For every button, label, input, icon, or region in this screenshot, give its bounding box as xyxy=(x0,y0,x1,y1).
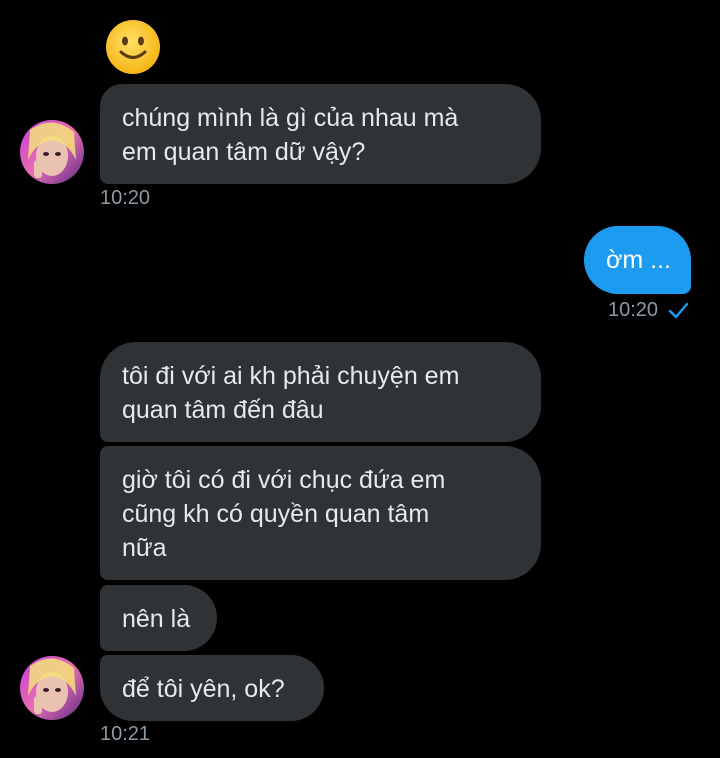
incoming-message-bubble[interactable]: nên là xyxy=(100,585,217,651)
message-line: cũng kh có quyền quan tâm xyxy=(122,500,430,528)
incoming-message-bubble[interactable]: để tôi yên, ok? xyxy=(100,655,324,721)
message-line: để tôi yên, ok? xyxy=(122,675,285,703)
incoming-message-bubble[interactable]: chúng mình là gì của nhau mà em quan tâm… xyxy=(100,84,541,184)
contact-avatar[interactable] xyxy=(20,656,84,720)
incoming-message-bubble[interactable]: tôi đi với ai kh phải chuyện em quan tâm… xyxy=(100,342,541,442)
message-line: nên là xyxy=(122,605,191,633)
message-timestamp: 10:21 xyxy=(100,723,151,745)
slightly-smiling-face-icon xyxy=(106,20,160,74)
message-timestamp: 10:20 xyxy=(100,187,151,209)
message-line: ờm ... xyxy=(606,246,672,274)
message-timestamp: 10:20 xyxy=(608,299,659,321)
message-line: tôi đi với ai kh phải chuyện em xyxy=(122,362,460,390)
message-line: chúng mình là gì của nhau mà xyxy=(122,104,459,132)
check-icon xyxy=(668,302,689,319)
message-line: giờ tôi có đi với chục đứa em xyxy=(122,466,446,494)
smiley-emoji-message xyxy=(104,18,162,76)
message-line: nữa xyxy=(122,534,167,562)
message-line: em quan tâm dữ vậy? xyxy=(122,138,366,166)
contact-avatar[interactable] xyxy=(20,120,84,184)
message-line: quan tâm đến đâu xyxy=(122,396,324,424)
outgoing-message-bubble[interactable]: ờm ... xyxy=(584,226,691,294)
incoming-message-bubble[interactable]: giờ tôi có đi với chục đứa em cũng kh có… xyxy=(100,446,541,580)
